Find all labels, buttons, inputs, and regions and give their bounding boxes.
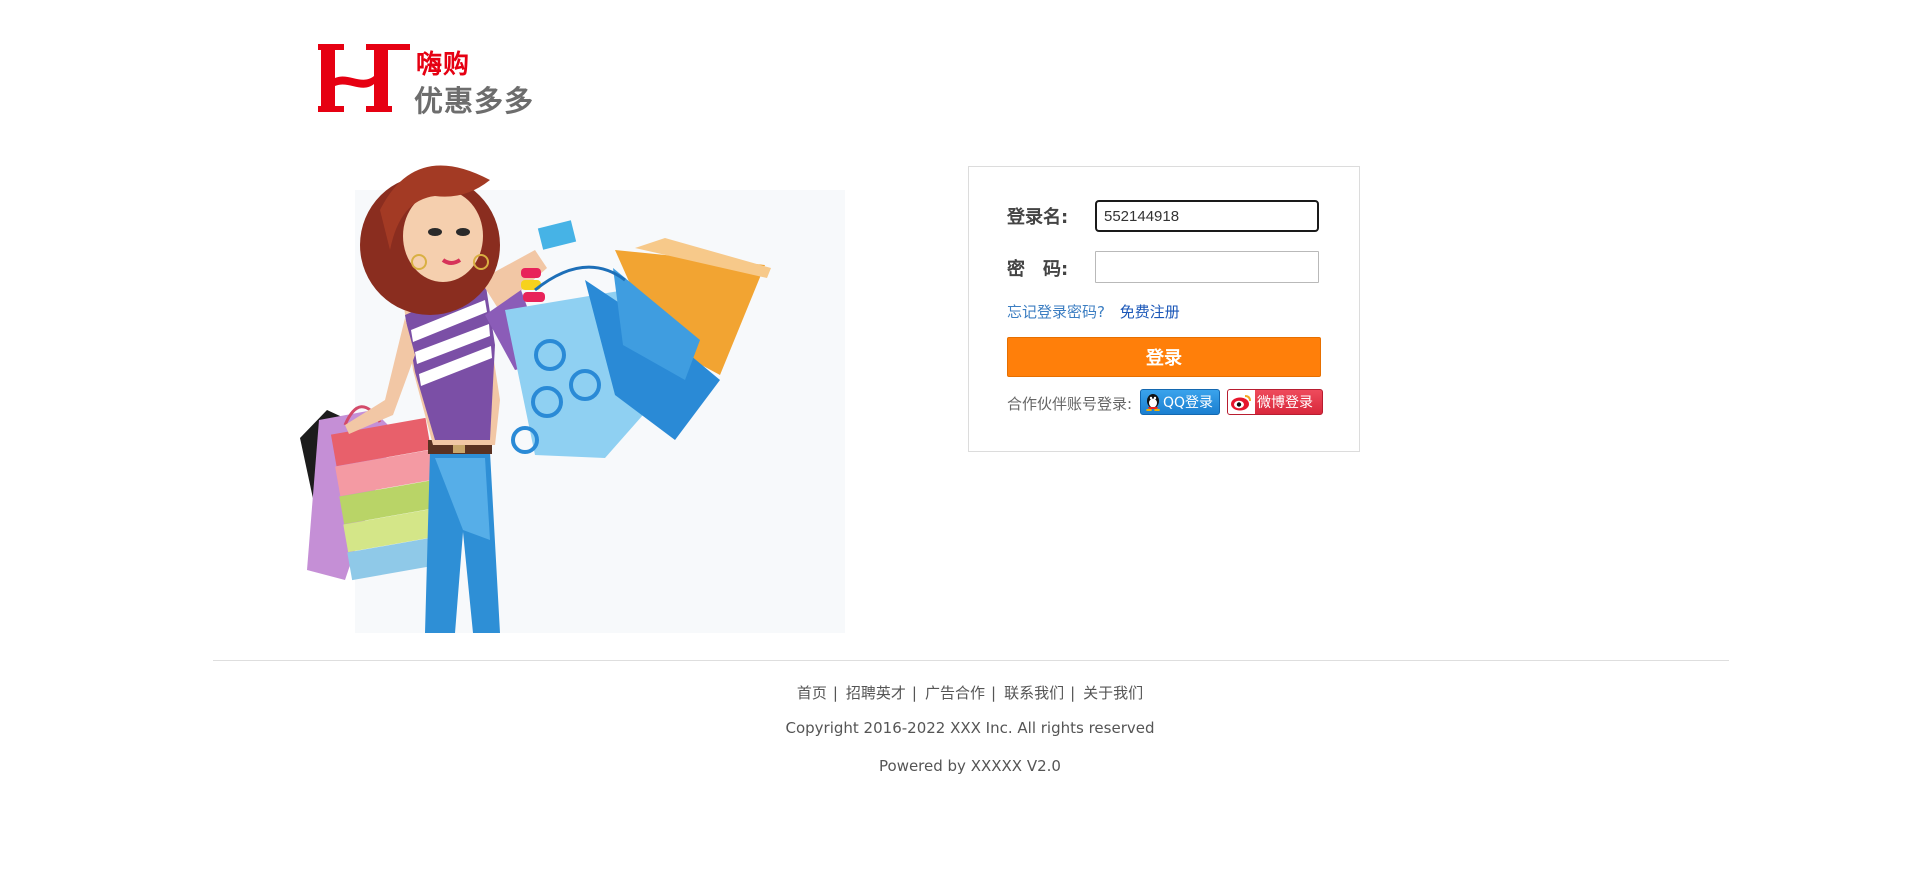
footer-link-home[interactable]: 首页 (797, 684, 827, 702)
footer-link-about[interactable]: 关于我们 (1083, 684, 1143, 702)
password-label: 密 码: (1007, 259, 1069, 280)
qq-login-button[interactable]: QQ登录 (1140, 389, 1220, 415)
register-link[interactable]: 免费注册 (1120, 303, 1180, 321)
login-page: 嗨购 优惠多多 登录名: 552144918 密 码: 忘记登录密码? 免费注册… (0, 0, 1920, 887)
partner-login-label: 合作伙伴账号登录: (1007, 395, 1133, 413)
login-form: 登录名: 密 码: 忘记登录密码? 免费注册 登录 合作伙伴账号登录: (968, 166, 1360, 452)
weibo-login-label: 微博登录 (1257, 395, 1313, 411)
footer-separator: | (832, 684, 838, 702)
auth-links: 忘记登录密码? 免费注册 (1007, 301, 1180, 322)
brand-slogan: 优惠多多 (414, 84, 535, 118)
site-logo[interactable]: 嗨购 优惠多多 (318, 42, 558, 122)
logo-h-mark (318, 44, 410, 112)
qq-login-label: QQ登录 (1163, 395, 1214, 411)
footer-separator: | (1070, 684, 1076, 702)
footer-separator: | (911, 684, 917, 702)
weibo-eye-icon (1231, 395, 1251, 411)
footer-separator: | (991, 684, 997, 702)
username-input[interactable] (1095, 200, 1319, 232)
powered-by-text: Powered by XXXXX V2.0 (879, 757, 1061, 775)
footer-divider (213, 660, 1729, 661)
qq-penguin-icon (1146, 394, 1160, 411)
username-label: 登录名: (1007, 207, 1069, 228)
shopping-girl-illustration (285, 140, 845, 633)
partner-login-row: 合作伙伴账号登录: QQ登录 微博登录 (1007, 389, 1327, 417)
weibo-login-button[interactable]: 微博登录 (1227, 389, 1323, 415)
copyright-text: Copyright 2016-2022 XXX Inc. All rights … (785, 719, 1155, 737)
footer-link-careers[interactable]: 招聘英才 (846, 684, 906, 702)
password-input[interactable] (1095, 251, 1319, 283)
weibo-icon-badge (1228, 390, 1255, 414)
footer-link-advertising[interactable]: 广告合作 (925, 684, 985, 702)
footer-nav: 首页 | 招聘英才 | 广告合作 | 联系我们 | 关于我们 (0, 682, 1920, 703)
brand-name: 嗨购 (416, 50, 471, 80)
forgot-password-link[interactable]: 忘记登录密码? (1007, 303, 1105, 321)
footer-link-contact[interactable]: 联系我们 (1004, 684, 1064, 702)
login-button[interactable]: 登录 (1007, 337, 1321, 377)
